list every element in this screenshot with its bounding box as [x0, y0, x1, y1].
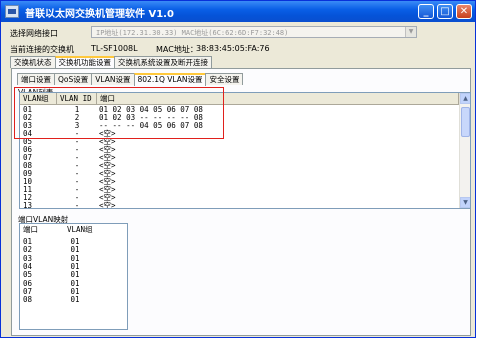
vlan-group-cell: 13: [23, 201, 33, 209]
tab-port-settings[interactable]: 端口设置: [17, 73, 55, 85]
tab-security-settings[interactable]: 安全设置: [205, 73, 244, 85]
tab-8021q-vlan[interactable]: 802.1Q VLAN设置: [133, 73, 207, 86]
port-map-table[interactable]: 端口 VLAN组 01 01 02 01 03 01 04 01 05 01 06 01 07 01 08 0…: [19, 223, 128, 330]
mac-label: MAC地址：: [156, 45, 198, 54]
minimize-button[interactable]: _: [418, 4, 434, 19]
interface-label: 选择网络接口: [10, 29, 58, 38]
vlan-group-cell: 01: [70, 295, 80, 305]
chevron-down-icon[interactable]: ▼: [405, 27, 416, 37]
app-icon: [5, 5, 19, 18]
app-window: 普联以太网交换机管理软件 V1.0 _ □ ✕ 选择网络接口 IP地址(172.…: [0, 0, 476, 338]
title-bar[interactable]: 普联以太网交换机管理软件 V1.0 _ □ ✕: [1, 1, 475, 22]
close-button[interactable]: ✕: [456, 4, 472, 19]
interface-select-value: IP地址(172.31.30.33) MAC地址(6C:62:6D:F7:32:…: [96, 29, 289, 37]
maximize-button[interactable]: □: [437, 4, 453, 19]
switch-mac: 38:83:45:05:FA:76: [196, 44, 270, 53]
connected-label: 当前连接的交换机: [10, 45, 74, 54]
table-row[interactable]: 13 - <空>: [20, 201, 116, 209]
vlan-id-cell: -: [74, 201, 80, 209]
column-vlan-group[interactable]: VLAN组: [55, 224, 127, 236]
tab-system-settings[interactable]: 交换机系统设置及断开连接: [114, 56, 212, 68]
vlan-list-scrollbar[interactable]: ▲ ▼: [459, 93, 470, 208]
highlight-box: [14, 87, 224, 139]
scroll-up-icon[interactable]: ▲: [460, 93, 470, 104]
scroll-down-icon[interactable]: ▼: [460, 197, 470, 208]
tab-qos-settings[interactable]: QoS设置: [54, 73, 93, 85]
ports-cell: <空>: [99, 201, 116, 209]
column-port[interactable]: 端口: [20, 224, 55, 236]
sub-tabs: 端口设置 QoS设置 VLAN设置 802.1Q VLAN设置 安全设置: [17, 73, 244, 86]
window-title: 普联以太网交换机管理软件 V1.0: [25, 9, 174, 20]
tab-vlan-settings[interactable]: VLAN设置: [91, 73, 135, 85]
table-row[interactable]: 08 01: [20, 295, 95, 304]
scroll-thumb[interactable]: [461, 107, 470, 137]
main-tabs: 交换机状态 交换机功能设置 交换机系统设置及断开连接: [10, 56, 212, 69]
tab-switch-status[interactable]: 交换机状态: [10, 56, 56, 68]
interface-select[interactable]: IP地址(172.31.30.33) MAC地址(6C:62:6D:F7:32:…: [91, 26, 417, 38]
switch-model: TL-SF1008L: [91, 44, 138, 53]
port-map-header: 端口 VLAN组: [20, 224, 127, 236]
port-cell: 08: [23, 295, 33, 305]
